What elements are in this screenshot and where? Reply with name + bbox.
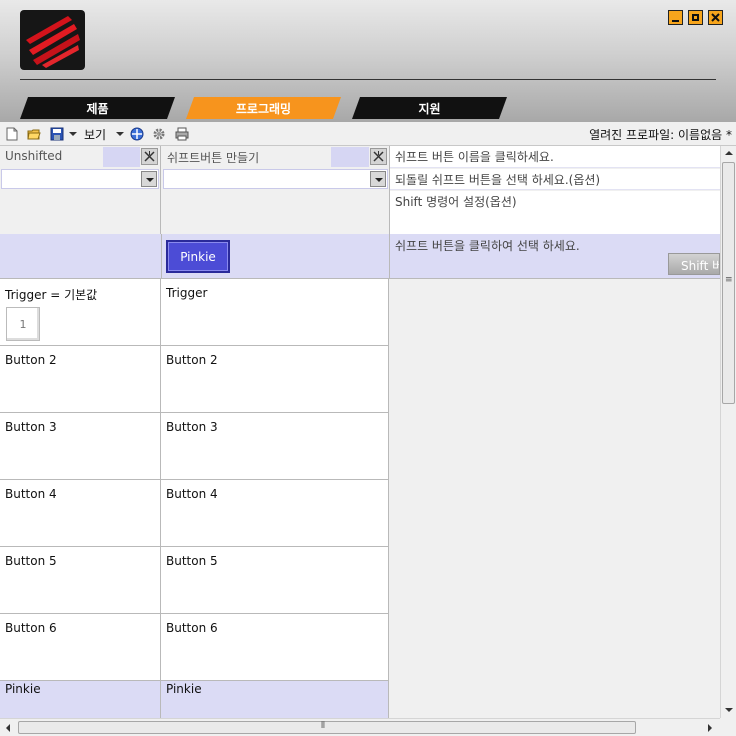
grip-icon: ⦀ — [321, 721, 325, 731]
help-line-1: 쉬프트 버튼 이름을 클릭하세요. — [390, 146, 720, 168]
table-row[interactable]: Button 6 Button 6 — [0, 614, 389, 681]
help-line-2: 되돌릴 쉬프트 버튼을 선택 하세요.(옵션) — [390, 169, 720, 190]
unshifted-cell[interactable]: Button 2 — [0, 346, 161, 412]
vertical-scroll-thumb[interactable]: ≡ — [722, 162, 735, 404]
unshifted-cell[interactable]: Button 4 — [0, 480, 161, 546]
col2-clear-icon[interactable] — [370, 148, 387, 165]
col2-header: 쉬프트버튼 만들기 — [163, 147, 331, 167]
app-header: 제품 프로그래밍 지원 — [0, 0, 736, 122]
table-row[interactable]: Trigger = 기본값 Trigger — [0, 279, 389, 346]
print-icon[interactable] — [175, 127, 189, 141]
grip-icon: ≡ — [725, 275, 733, 285]
button-grid: Unshifted 쉬프트버튼 만들기 쉬프트 버튼 이름을 클릭하세요. 되돌… — [0, 146, 720, 719]
table-row[interactable]: Button 5 Button 5 — [0, 547, 389, 614]
default-button-box[interactable]: 1 — [6, 307, 40, 341]
shift-button[interactable]: Shift 버 — [668, 253, 720, 275]
col1-dropdown[interactable] — [1, 169, 159, 189]
shifted-cell[interactable]: Button 2 — [161, 346, 389, 412]
shifted-cell[interactable]: Button 3 — [161, 413, 389, 479]
view-menu[interactable]: 보기 — [84, 126, 106, 143]
chevron-down-icon[interactable] — [370, 171, 386, 187]
unshifted-cell[interactable]: Button 5 — [0, 547, 161, 613]
help-line-4: 쉬프트 버튼을 클릭하여 선택 하세요. — [395, 239, 580, 253]
open-folder-icon[interactable] — [27, 127, 41, 141]
toolbar: 보기 열려진 프로파일: 이름없음 * — [0, 122, 736, 146]
shifted-cell[interactable]: Button 4 — [161, 480, 389, 546]
col1-clear-icon[interactable] — [141, 148, 158, 165]
tab-products[interactable]: 제품 — [20, 97, 175, 119]
gear-icon[interactable] — [152, 127, 166, 141]
mad-catz-logo — [20, 10, 85, 70]
unshifted-cell[interactable]: Pinkie — [0, 681, 161, 718]
save-icon[interactable] — [50, 127, 64, 141]
horizontal-scrollbar[interactable]: ⦀ — [0, 718, 720, 736]
crosshair-icon[interactable] — [130, 127, 144, 141]
col2-dropdown[interactable] — [163, 169, 388, 189]
unshifted-cell[interactable]: Button 3 — [0, 413, 161, 479]
header-divider — [20, 79, 716, 80]
restore-icon[interactable] — [688, 10, 703, 25]
col1-header-fill — [103, 147, 140, 167]
scroll-up-icon[interactable] — [725, 151, 733, 155]
shifted-cell[interactable]: Button 6 — [161, 614, 389, 680]
shifted-cell[interactable]: Button 5 — [161, 547, 389, 613]
save-dropdown-icon[interactable] — [69, 132, 77, 136]
scroll-left-icon[interactable] — [6, 724, 10, 732]
close-icon[interactable] — [708, 10, 723, 25]
scroll-down-icon[interactable] — [725, 708, 733, 712]
scroll-right-icon[interactable] — [708, 724, 712, 732]
col1-header: Unshifted — [1, 147, 103, 167]
table-row[interactable]: Button 4 Button 4 — [0, 480, 389, 547]
tab-support[interactable]: 지원 — [352, 97, 507, 119]
horizontal-scroll-thumb[interactable]: ⦀ — [18, 721, 636, 734]
vertical-scrollbar[interactable]: ≡ — [720, 146, 736, 718]
shifted-cell[interactable]: Pinkie — [161, 681, 389, 718]
divider — [161, 234, 162, 279]
view-dropdown-icon[interactable] — [116, 132, 124, 136]
table-row[interactable]: Button 2 Button 2 — [0, 346, 389, 413]
pinkie-shift-button[interactable]: Pinkie — [166, 240, 230, 273]
chevron-down-icon[interactable] — [141, 171, 157, 187]
open-profile-label: 열려진 프로파일: 이름없음 * — [589, 128, 732, 142]
col2-header-fill — [331, 147, 369, 167]
table-row[interactable]: Pinkie Pinkie — [0, 681, 389, 719]
unshifted-cell[interactable]: Button 6 — [0, 614, 161, 680]
table-row[interactable]: Button 3 Button 3 — [0, 413, 389, 480]
scrollbar-corner — [720, 718, 736, 736]
new-file-icon[interactable] — [5, 127, 19, 141]
help-line-3: Shift 명령어 설정(옵션) — [390, 191, 720, 234]
minimize-icon[interactable] — [668, 10, 683, 25]
tab-programming[interactable]: 프로그래밍 — [186, 97, 341, 119]
shifted-cell[interactable]: Trigger — [161, 279, 389, 345]
